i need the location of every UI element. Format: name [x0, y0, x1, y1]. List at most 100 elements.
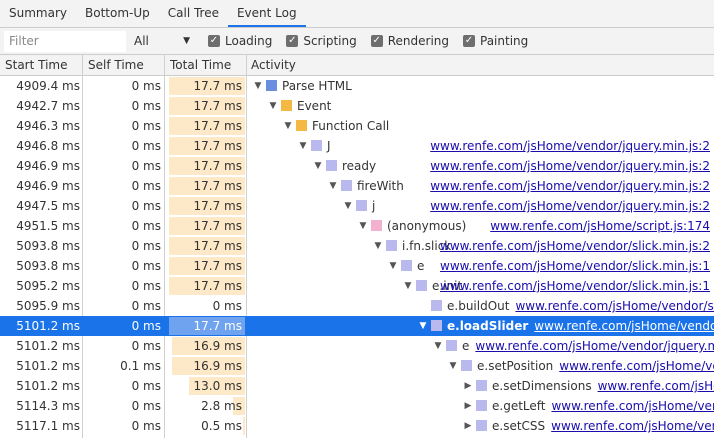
total-time-cell: 17.7 ms — [167, 196, 245, 216]
table-row[interactable]: 4946.9 ms 0 ms 17.7 ms ▼ ready www.renfe.com/… — [0, 156, 714, 176]
total-time-cell: 17.7 ms — [167, 136, 245, 156]
source-link[interactable]: www.renfe.com/jsHome/vendor/jquery.min.j… — [430, 196, 710, 216]
expand-arrow-down-icon[interactable]: ▼ — [447, 356, 459, 376]
total-time-value: 17.7 ms — [193, 319, 242, 333]
column-header-self-time[interactable]: Self Time — [83, 55, 144, 75]
total-time-cell: 17.7 ms — [167, 176, 245, 196]
expand-arrow-down-icon[interactable]: ▼ — [402, 276, 414, 296]
expand-arrow-down-icon[interactable]: ▼ — [297, 136, 309, 156]
table-row[interactable]: 4909.4 ms 0 ms 17.7 ms ▼ Parse HTML — [0, 76, 714, 96]
checkbox-checked-icon[interactable]: ✓ — [286, 35, 299, 47]
table-row[interactable]: 5095.2 ms 0 ms 17.7 ms ▼ e.init www.renfe.com… — [0, 276, 714, 296]
expand-arrow-right-icon[interactable]: ▶ — [462, 416, 474, 436]
start-time-cell: 4951.5 ms — [16, 219, 80, 233]
checkbox-checked-icon[interactable]: ✓ — [463, 35, 475, 47]
table-row[interactable]: 4946.3 ms 0 ms 17.7 ms ▼ Function Call — [0, 116, 714, 136]
source-link[interactable]: www.renfe.com/jsHome/vendor/jquery.min.j… — [430, 136, 710, 156]
table-row[interactable]: 5093.8 ms 0 ms 17.7 ms ▼ e www.renfe.com/jsHo… — [0, 256, 714, 276]
source-link[interactable]: www.renfe.com/jsHo… — [598, 379, 714, 393]
source-link[interactable]: www.renfe.com/jsHome/script.js:174 — [490, 216, 710, 236]
checkbox-scripting[interactable]: ✓ Scripting — [286, 34, 357, 48]
expand-arrow-down-icon[interactable]: ▼ — [417, 316, 429, 336]
expand-arrow-down-icon[interactable]: ▼ — [252, 76, 264, 96]
total-time-cell: 0 ms — [167, 296, 245, 316]
expand-arrow-down-icon[interactable]: ▼ — [387, 256, 399, 276]
tab-summary[interactable]: Summary — [0, 0, 76, 27]
activity-cell: ▼ fireWith www.renfe.com/jsHome/vendor/jqu… — [248, 176, 714, 196]
table-row[interactable]: 4947.5 ms 0 ms 17.7 ms ▼ j www.renfe.com/jsHo… — [0, 196, 714, 216]
table-row[interactable]: 5101.2 ms 0.1 ms 16.9 ms ▼ e.setPosition www.… — [0, 356, 714, 376]
expand-arrow-down-icon[interactable]: ▼ — [357, 216, 369, 236]
checkbox-painting[interactable]: ✓ Painting — [463, 34, 528, 48]
column-header-start-time[interactable]: Start Time — [0, 55, 68, 75]
source-link[interactable]: www.renfe.com/jsHome/vendor/jquery.min.j… — [430, 156, 710, 176]
table-row[interactable]: 5117.1 ms 0 ms 0.5 ms ▶ e.setCSS www.renfe.co… — [0, 416, 714, 436]
expand-arrow-down-icon[interactable]: ▼ — [372, 236, 384, 256]
expand-arrow-down-icon[interactable]: ▼ — [312, 156, 324, 176]
total-time-value: 17.7 ms — [193, 199, 242, 213]
checkbox-checked-icon[interactable]: ✓ — [208, 35, 220, 47]
expand-arrow-right-icon[interactable]: ▶ — [462, 376, 474, 396]
source-link[interactable]: www.renfe.com/jsHome/vendor/slick.min.js… — [440, 236, 710, 256]
tab-strip: Summary Bottom-Up Call Tree Event Log — [0, 0, 714, 28]
self-time-cell: 0 ms — [131, 79, 161, 93]
expand-arrow-down-icon[interactable]: ▼ — [282, 116, 294, 136]
table-row[interactable]: 5101.2 ms 0 ms 17.7 ms ▼ e.loadSlider www.ren… — [0, 316, 714, 336]
table-row[interactable]: 5114.3 ms 0 ms 2.8 ms ▶ e.getLeft www.renfe.c… — [0, 396, 714, 416]
expand-arrow-down-icon[interactable]: ▼ — [342, 196, 354, 216]
start-time-cell: 5101.2 ms — [16, 339, 80, 353]
expand-arrow-down-icon[interactable]: ▼ — [432, 336, 444, 356]
source-link[interactable]: www.renfe.com/jsHome/vendor/sl… — [534, 319, 714, 333]
activity-cell: ▼ e www.renfe.com/jsHome/vendor/jquery.mi… — [248, 336, 714, 356]
table-row[interactable]: 5093.8 ms 0 ms 17.7 ms ▼ i.fn.slick www.renfe… — [0, 236, 714, 256]
column-header-activity[interactable]: Activity — [246, 55, 296, 75]
activity-name: e.setCSS — [492, 419, 546, 433]
source-link[interactable]: www.renfe.com/jsHome/ven… — [551, 399, 714, 413]
expand-arrow-down-icon[interactable]: ▼ — [267, 96, 279, 116]
start-time-cell: 5101.2 ms — [16, 359, 80, 373]
category-color-swatch — [401, 260, 412, 271]
checkbox-checked-icon[interactable]: ✓ — [370, 35, 383, 47]
activity-cell: ▼ Parse HTML — [248, 76, 714, 96]
total-time-cell: 0.5 ms — [167, 416, 245, 436]
table-row[interactable]: 4946.8 ms 0 ms 17.7 ms ▼ Jwww.renfe.com/jsHo… — [0, 136, 714, 156]
self-time-cell: 0 ms — [131, 99, 161, 113]
source-link[interactable]: www.renfe.com/jsHome/vendor/slick.min.js… — [440, 256, 710, 276]
self-time-cell: 0 ms — [131, 399, 161, 413]
total-time-value: 17.7 ms — [193, 79, 242, 93]
tab-bottom-up[interactable]: Bottom-Up — [76, 0, 159, 27]
source-link[interactable]: www.renfe.com/jsHome/vendor/jquery.mi… — [475, 339, 714, 353]
category-select[interactable]: All ▼ — [132, 31, 192, 52]
table-row[interactable]: 5101.2 ms 0 ms 16.9 ms ▼ e www.renfe.com/jsHo… — [0, 336, 714, 356]
total-time-cell: 17.7 ms — [167, 276, 245, 296]
filter-input[interactable] — [4, 30, 126, 52]
source-link[interactable]: www.renfe.com/jsHome/ven… — [551, 419, 714, 433]
source-link[interactable]: www.renfe.com/jsHome/vendor/slic… — [515, 299, 714, 313]
total-time-value: 0.5 ms — [201, 419, 242, 433]
table-row[interactable]: 5101.2 ms 0 ms 13.0 ms ▶ e.setDimensions www.… — [0, 376, 714, 396]
column-header-total-time[interactable]: Total Time — [165, 55, 231, 75]
table-row[interactable]: 4942.7 ms 0 ms 17.7 ms ▼ Event — [0, 96, 714, 116]
start-time-cell: 4909.4 ms — [16, 79, 80, 93]
expand-arrow-right-icon[interactable]: ▶ — [462, 396, 474, 416]
category-color-swatch — [476, 380, 487, 391]
source-link[interactable]: www.renfe.com/jsHome/vendor/slick.min.js… — [440, 276, 710, 296]
table-row[interactable]: 4951.5 ms 0 ms 17.7 ms ▼ (anonymous) www.renf… — [0, 216, 714, 236]
tab-call-tree[interactable]: Call Tree — [159, 0, 228, 27]
start-time-cell: 5101.2 ms — [16, 379, 80, 393]
category-color-swatch — [446, 340, 457, 351]
table-row[interactable]: 4946.9 ms 0 ms 17.7 ms ▼ fireWith www.renfe.c… — [0, 176, 714, 196]
checkbox-loading[interactable]: ✓ Loading — [208, 34, 272, 48]
table-row[interactable]: 5095.9 ms 0 ms 0 ms e.buildOut www.renfe.com… — [0, 296, 714, 316]
total-time-cell: 17.7 ms — [167, 216, 245, 236]
category-color-swatch — [266, 80, 277, 91]
source-link[interactable]: www.renfe.com/jsHome/vendor/jquery.min.j… — [430, 176, 710, 196]
checkbox-rendering[interactable]: ✓ Rendering — [370, 34, 449, 48]
source-link[interactable]: www.renfe.com/jsHome/ve… — [559, 359, 714, 373]
self-time-cell: 0.1 ms — [120, 359, 161, 373]
expand-arrow-down-icon[interactable]: ▼ — [327, 176, 339, 196]
tab-event-log[interactable]: Event Log — [227, 0, 306, 27]
total-time-value: 17.7 ms — [193, 179, 242, 193]
self-time-cell: 0 ms — [131, 299, 161, 313]
checkbox-painting-label: Painting — [480, 34, 529, 48]
